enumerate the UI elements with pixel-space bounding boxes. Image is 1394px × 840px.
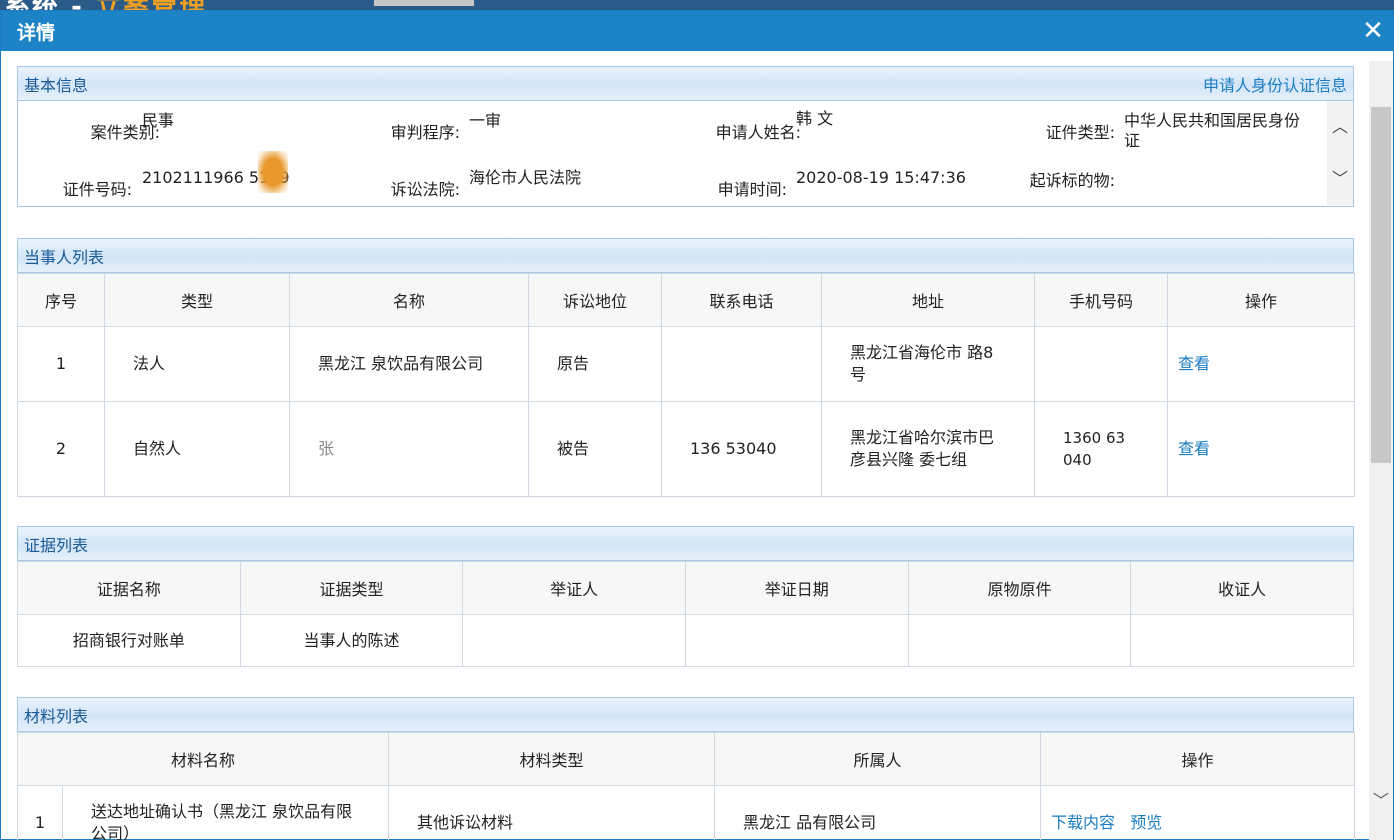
detail-dialog: 详情 ✕ 基本信息 申请人身份认证信息 案件类别: 民事 审判程序: 一审 申请… — [0, 10, 1394, 840]
parties-header-row: 序号 类型 名称 诉讼地位 联系电话 地址 手机号码 操作 — [17, 273, 1355, 327]
evidence-type: 当事人的陈述 — [239, 614, 464, 667]
party-mobile — [1034, 326, 1168, 402]
column-header: 原物原件 — [907, 561, 1132, 615]
column-header: 举证人 — [462, 561, 686, 615]
evidence-title: 证据列表 — [24, 535, 89, 555]
party-address: 黑龙江省海伦市 路8号 — [821, 326, 1035, 402]
apply-time-label: 申请时间: — [717, 180, 787, 199]
id-type-label: 证件类型: — [1045, 123, 1115, 142]
party-phone — [661, 326, 822, 402]
materials-title: 材料列表 — [24, 706, 89, 726]
column-header: 证据名称 — [17, 561, 241, 615]
evidence-original — [907, 614, 1132, 667]
parties-title: 当事人列表 — [24, 247, 105, 267]
materials-header-row: 材料名称 材料类型 所属人 操作 — [16, 732, 1356, 786]
column-header: 类型 — [104, 273, 290, 327]
column-header: 诉讼地位 — [528, 273, 662, 327]
material-name: 送达地址确认书（黑龙江 泉饮品有限公司） — [61, 785, 390, 840]
claim-label: 起诉标的物: — [1029, 171, 1115, 190]
material-owner: 黑龙江 品有限公司 — [714, 785, 1042, 840]
parties-section: 当事人列表 序号 类型 名称 诉讼地位 联系电话 地址 手机号码 操作 1 法人… — [17, 238, 1355, 497]
evidence-provider — [462, 614, 686, 667]
column-header: 证据类型 — [239, 561, 464, 615]
party-name: 黑龙江 泉饮品有限公司 — [289, 326, 529, 402]
basic-info-section: 基本信息 申请人身份认证信息 案件类别: 民事 审判程序: 一审 申请人姓名: … — [17, 66, 1354, 207]
row-number: 2 — [17, 401, 105, 497]
scroll-thumb[interactable] — [1371, 107, 1391, 463]
column-header: 序号 — [17, 273, 105, 327]
materials-section: 材料列表 材料名称 材料类型 所属人 操作 1 送达地址确认书（黑龙江 泉饮品有… — [16, 697, 1356, 840]
column-header: 名称 — [289, 273, 529, 327]
preview-link[interactable]: 预览 — [1130, 813, 1162, 832]
applicant-identity-link[interactable]: 申请人身份认证信息 — [1203, 72, 1347, 96]
court-label: 诉讼法院: — [390, 180, 460, 199]
column-header: 手机号码 — [1034, 273, 1168, 327]
chevron-up-icon[interactable]: ︿ — [1327, 101, 1353, 153]
column-header: 收证人 — [1130, 561, 1354, 615]
dialog-scrollbar[interactable]: ﹀ — [1369, 61, 1393, 840]
evidence-name: 招商银行对账单 — [17, 614, 241, 667]
basic-info-title: 基本信息 — [24, 75, 89, 95]
table-row: 1 送达地址确认书（黑龙江 泉饮品有限公司） 其他诉讼材料 黑龙江 品有限公司 … — [17, 785, 1356, 840]
parties-header: 当事人列表 — [17, 238, 1354, 273]
info-scrollbar[interactable]: ︿ ﹀ — [1327, 101, 1353, 205]
dialog-title: 详情 — [17, 21, 56, 44]
apply-time-value: 2020-08-19 15:47:36 — [796, 168, 966, 187]
party-status: 原告 — [528, 326, 662, 402]
redaction-mark — [258, 151, 288, 193]
column-header: 操作 — [1040, 732, 1356, 786]
scroll-up-button[interactable] — [1369, 61, 1393, 85]
table-row: 招商银行对账单 当事人的陈述 — [17, 614, 1354, 667]
row-number: 1 — [17, 785, 63, 840]
table-row: 2 自然人 张 被告 136 53040 黑龙江省哈尔滨市巴彦县兴隆 委七组 1… — [17, 401, 1355, 497]
row-number: 1 — [17, 326, 105, 402]
material-type: 其他诉讼材料 — [388, 785, 716, 840]
materials-header: 材料列表 — [17, 697, 1354, 732]
case-type-value: 民事 — [142, 111, 175, 130]
parties-table: 序号 类型 名称 诉讼地位 联系电话 地址 手机号码 操作 1 法人 黑龙江 泉 — [17, 273, 1355, 497]
party-name: 张 — [289, 401, 529, 497]
basic-info-header: 基本信息 申请人身份认证信息 — [17, 66, 1354, 101]
column-header: 材料名称 — [16, 732, 390, 786]
party-address: 黑龙江省哈尔滨市巴彦县兴隆 委七组 — [821, 401, 1035, 497]
applicant-name-value: 韩 文 — [796, 109, 834, 128]
applicant-name-label: 申请人姓名: — [715, 123, 801, 142]
column-header: 操作 — [1167, 273, 1355, 327]
column-header: 所属人 — [714, 732, 1042, 786]
close-icon[interactable]: ✕ — [1361, 18, 1385, 44]
download-link[interactable]: 下载内容 — [1051, 813, 1115, 832]
background-tab — [374, 0, 474, 6]
dialog-body: 基本信息 申请人身份认证信息 案件类别: 民事 审判程序: 一审 申请人姓名: … — [1, 51, 1369, 840]
party-status: 被告 — [528, 401, 662, 497]
procedure-label: 审判程序: — [390, 123, 460, 142]
party-mobile: 1360 63 040 — [1034, 401, 1168, 497]
materials-table: 材料名称 材料类型 所属人 操作 1 送达地址确认书（黑龙江 泉饮品有限公司） … — [16, 732, 1356, 840]
evidence-header: 证据列表 — [17, 526, 1354, 561]
court-value: 海伦市人民法院 — [469, 168, 582, 187]
party-type: 法人 — [104, 326, 290, 402]
evidence-table: 证据名称 证据类型 举证人 举证日期 原物原件 收证人 招商银行对账单 当事人的… — [17, 561, 1354, 667]
procedure-value: 一审 — [469, 111, 502, 130]
id-type-value: 中华人民共和国居民身份证 — [1124, 111, 1301, 150]
party-phone: 136 53040 — [661, 401, 822, 497]
evidence-date — [684, 614, 909, 667]
column-header: 联系电话 — [661, 273, 822, 327]
basic-info-box: 案件类别: 民事 审判程序: 一审 申请人姓名: 韩 文 证件类型: 中华人民共… — [17, 101, 1354, 207]
column-header: 举证日期 — [684, 561, 909, 615]
party-type: 自然人 — [104, 401, 290, 497]
view-link[interactable]: 查看 — [1178, 354, 1210, 373]
dialog-header: 详情 ✕ — [1, 11, 1393, 51]
column-header: 地址 — [821, 273, 1035, 327]
column-header: 材料类型 — [388, 732, 716, 786]
table-row: 1 法人 黑龙江 泉饮品有限公司 原告 黑龙江省海伦市 路8号 查看 — [17, 326, 1355, 402]
evidence-header-row: 证据名称 证据类型 举证人 举证日期 原物原件 收证人 — [17, 561, 1354, 615]
evidence-section: 证据列表 证据名称 证据类型 举证人 举证日期 原物原件 收证人 招商银行对账单 — [17, 526, 1354, 667]
id-number-label: 证件号码: — [62, 180, 132, 199]
view-link[interactable]: 查看 — [1178, 439, 1210, 458]
evidence-receiver — [1130, 614, 1354, 667]
chevron-down-icon[interactable]: ﹀ — [1369, 787, 1393, 811]
chevron-down-icon[interactable]: ﹀ — [1327, 153, 1353, 205]
